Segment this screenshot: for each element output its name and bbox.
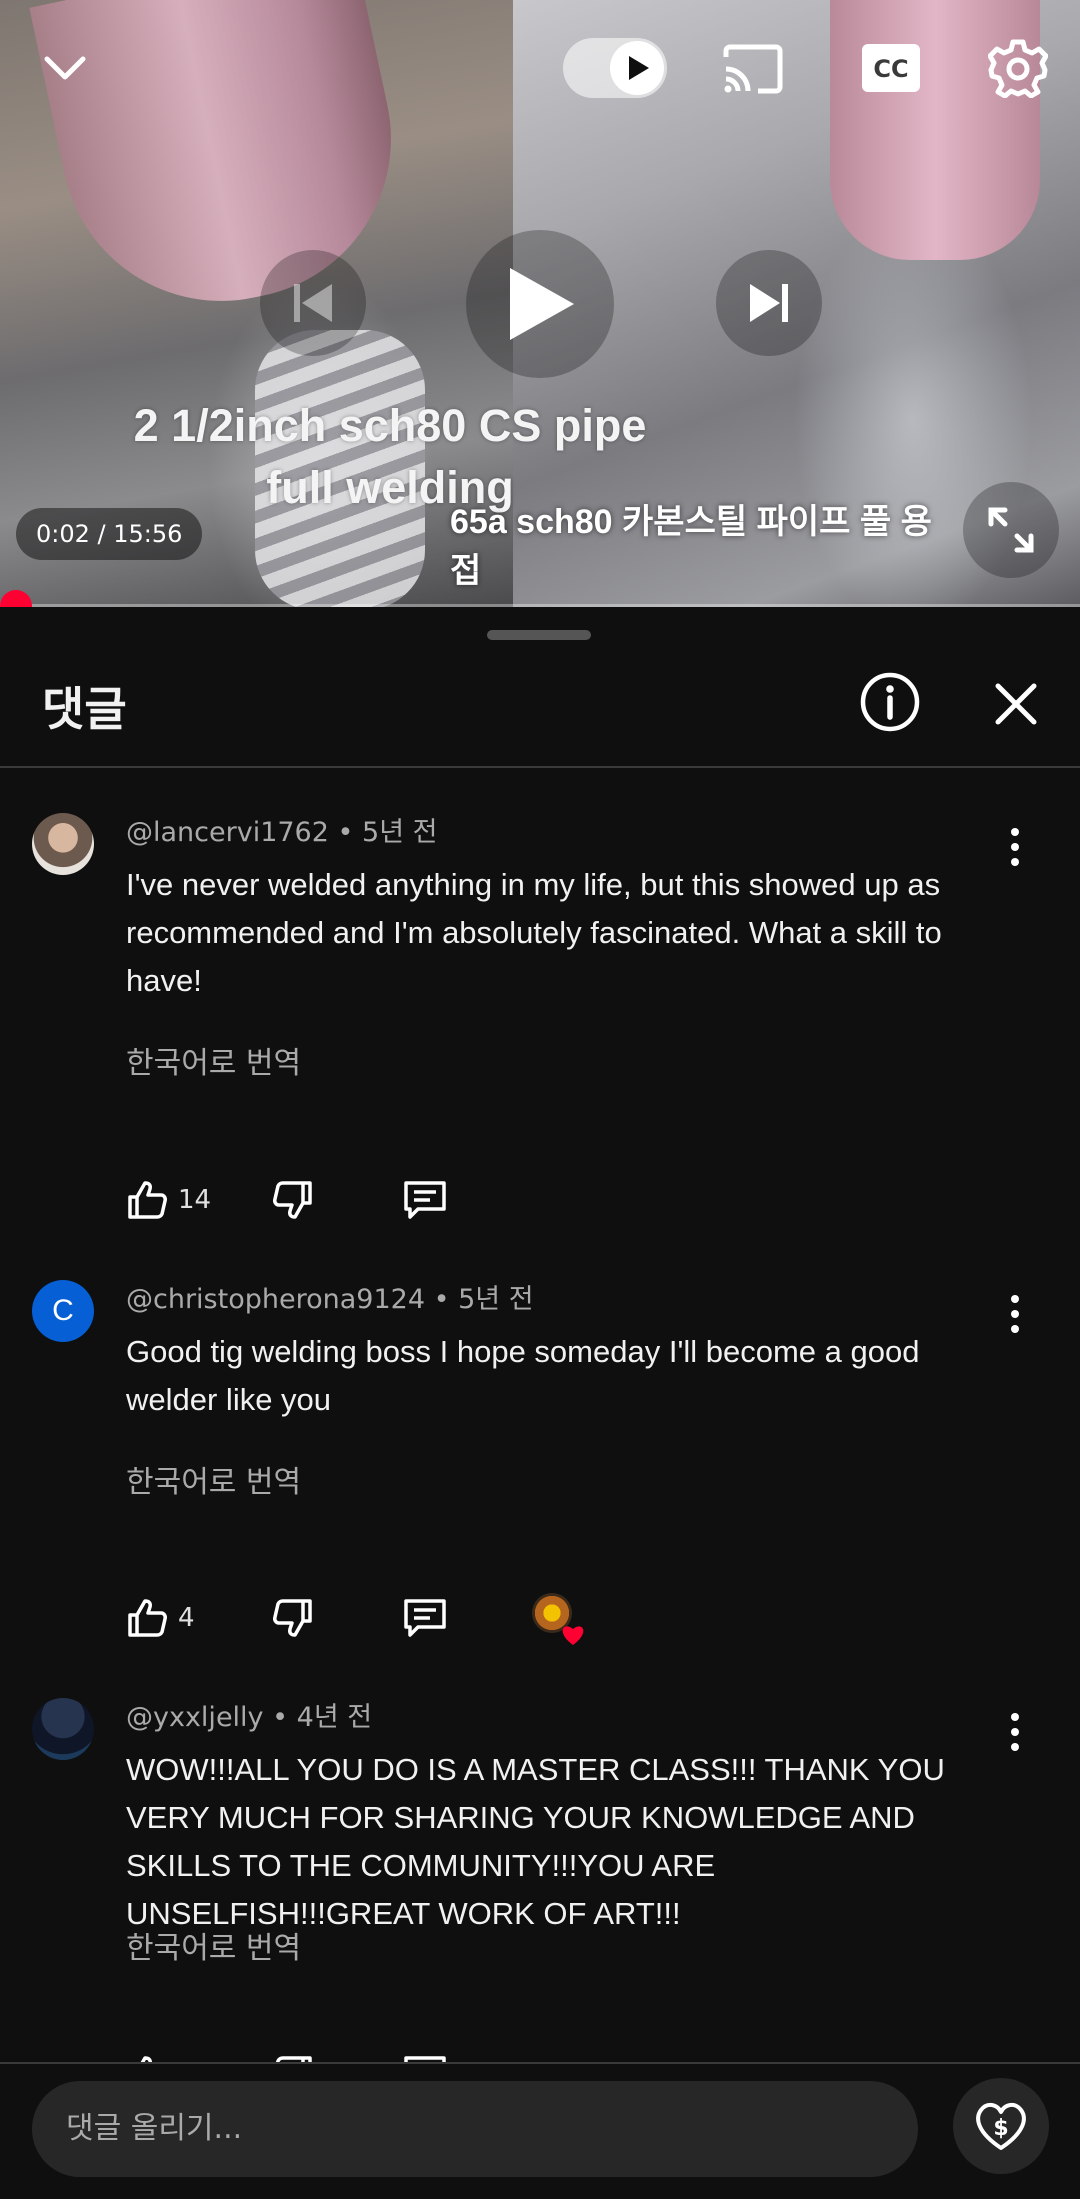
- minimize-button[interactable]: [35, 38, 95, 98]
- info-button[interactable]: [858, 670, 922, 734]
- svg-text:CC: CC: [873, 55, 908, 83]
- captions-button[interactable]: CC: [860, 42, 922, 94]
- previous-icon: [294, 284, 332, 322]
- close-button[interactable]: [990, 678, 1042, 730]
- comment-meta: @yxxljelly • 4년 전: [126, 1702, 373, 1733]
- comment-age: 5년 전: [362, 817, 438, 848]
- translate-button[interactable]: 한국어로 번역: [126, 1038, 301, 1082]
- video-player[interactable]: CC 2 1/2inch sch80 CS pipe full welding …: [0, 0, 1080, 607]
- previous-button[interactable]: [260, 250, 366, 356]
- comments-panel: 댓글 @lancervi1762 • 5년 전 I've never welde…: [0, 608, 1080, 2199]
- like-button[interactable]: 4: [126, 1593, 195, 1643]
- comment-meta: @christopherona9124 • 5년 전: [126, 1284, 534, 1315]
- comment-author[interactable]: @christopherona9124: [126, 1284, 425, 1315]
- comment-meta: @lancervi1762 • 5년 전: [126, 817, 438, 848]
- avatar[interactable]: [32, 813, 94, 875]
- comment-text: WOW!!!ALL YOU DO IS A MASTER CLASS!!! TH…: [126, 1752, 945, 1931]
- panel-divider: [0, 766, 1080, 768]
- cast-icon: [723, 44, 783, 94]
- avatar[interactable]: C: [32, 1280, 94, 1342]
- reply-icon: [404, 1599, 446, 1637]
- comment-age: 5년 전: [458, 1284, 534, 1315]
- reply-button[interactable]: [402, 1593, 448, 1643]
- info-icon: [860, 672, 920, 732]
- panel-title: 댓글: [42, 682, 127, 736]
- thumbs-down-icon: [273, 1599, 312, 1637]
- dislike-button[interactable]: [272, 1593, 314, 1643]
- cc-icon: CC: [862, 44, 920, 92]
- autoplay-knob: [610, 41, 664, 95]
- reply-button[interactable]: [402, 1175, 448, 1225]
- like-count: 4: [178, 1603, 195, 1633]
- thumbs-up-icon: [128, 1599, 167, 1637]
- svg-text:$: $: [993, 2116, 1008, 2141]
- drag-handle[interactable]: [487, 630, 591, 640]
- thumbs-down-icon: [273, 1181, 312, 1219]
- heart-dollar-icon: $: [976, 2103, 1026, 2150]
- comment-text: Good tig welding boss I hope someday I'l…: [126, 1334, 920, 1417]
- progress-track[interactable]: [0, 604, 1080, 607]
- chevron-down-icon: [44, 56, 86, 80]
- play-button[interactable]: [466, 230, 614, 378]
- next-icon: [750, 284, 788, 322]
- translate-button[interactable]: 한국어로 번역: [126, 1457, 301, 1501]
- comment-age: 4년 전: [296, 1702, 373, 1733]
- add-comment-input[interactable]: 댓글 올리기...: [32, 2081, 918, 2177]
- gear-icon: [988, 39, 1048, 98]
- next-button[interactable]: [716, 250, 822, 356]
- reply-icon: [404, 1181, 446, 1219]
- settings-button[interactable]: [984, 34, 1052, 102]
- super-thanks-button[interactable]: $: [953, 2078, 1049, 2174]
- time-display: 0:02 / 15:56: [16, 508, 203, 560]
- autoplay-toggle[interactable]: [563, 38, 667, 98]
- comment-compose-bar: 댓글 올리기... $: [0, 2064, 1080, 2199]
- fullscreen-icon: [988, 507, 1034, 553]
- like-count: 14: [178, 1185, 212, 1215]
- comment-author[interactable]: @yxxljelly: [126, 1702, 264, 1733]
- comment-text: I've never welded anything in my life, b…: [126, 867, 942, 998]
- play-icon: [510, 268, 574, 340]
- thumbs-up-icon: [128, 1181, 167, 1219]
- close-icon: [995, 683, 1037, 725]
- dislike-button[interactable]: [272, 1175, 314, 1225]
- creator-heart-badge: [532, 1593, 584, 1645]
- fullscreen-button[interactable]: [963, 482, 1059, 578]
- heart-icon: [562, 1626, 584, 1645]
- comment-author[interactable]: @lancervi1762: [126, 817, 329, 848]
- cast-button[interactable]: [720, 36, 786, 102]
- video-overlay-subtitle: 65a sch80 카본스틸 파이프 풀 용접: [450, 503, 932, 590]
- play-small-icon: [629, 56, 649, 80]
- avatar[interactable]: [32, 1698, 94, 1760]
- like-button[interactable]: 14: [126, 1175, 211, 1225]
- translate-button[interactable]: 한국어로 번역: [126, 1923, 301, 1967]
